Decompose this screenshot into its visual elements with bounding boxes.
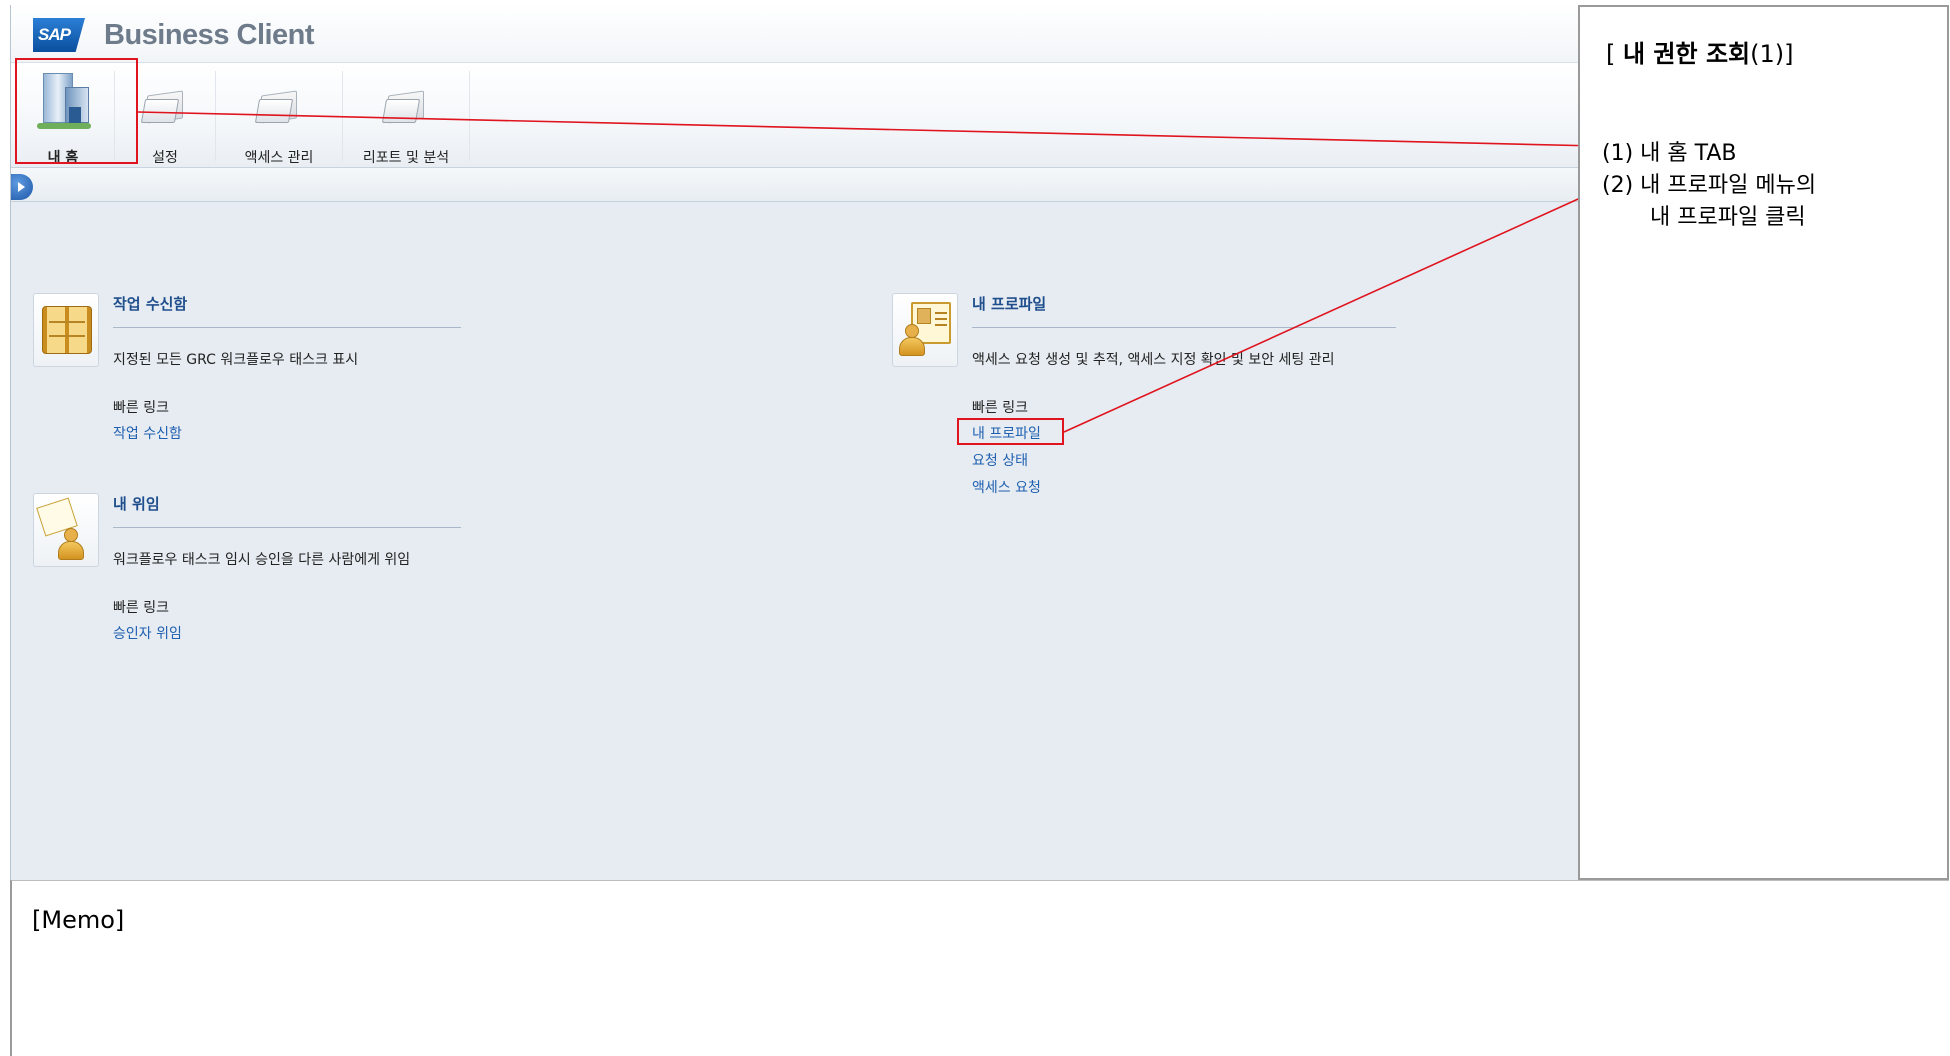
divider [113, 327, 461, 328]
instruction-title: [ 내 권한 조회(1)] [1606, 40, 1794, 68]
tab-settings[interactable]: 설정 [115, 63, 215, 167]
instruction-step-2-detail: 내 프로파일 클릭 [1650, 205, 1806, 230]
sap-logo: SAP [33, 18, 85, 52]
app-title: Business Client [104, 19, 315, 51]
instruction-step-1: (1) 내 홈 TAB [1602, 141, 1737, 166]
panel-work-inbox: 작업 수신함 지정된 모든 GRC 워크플로우 태스크 표시 빠른 링크 작업 … [33, 293, 473, 443]
memo-label: [Memo] [32, 906, 125, 934]
memo-area: [Memo] [10, 880, 1949, 1056]
instruction-panel: [ 내 권한 조회(1)] (1) 내 홈 TAB (2) 내 프로파일 메뉴의… [1578, 5, 1949, 880]
page: SAP Business Client 내 홈 설정 액세스 관리 리포트 및 … [0, 0, 1950, 1056]
tab-label: 설정 [152, 150, 178, 166]
tab-reports-analysis[interactable]: 리포트 및 분석 [343, 63, 469, 167]
link-request-status[interactable]: 요청 상태 [972, 450, 1028, 470]
delegation-icon [33, 493, 99, 567]
tab-bar: 내 홈 설정 액세스 관리 리포트 및 분석 [11, 63, 1580, 168]
instruction-step-2: (2) 내 프로파일 메뉴의 [1602, 173, 1817, 198]
divider [972, 327, 1396, 328]
expand-navigation-button[interactable] [11, 174, 33, 200]
panel-title: 내 프로파일 [972, 295, 1047, 313]
folder-icon [140, 85, 187, 125]
navigation-subbar [11, 168, 1580, 202]
building-icon [35, 69, 91, 129]
link-work-inbox[interactable]: 작업 수신함 [113, 423, 182, 443]
folder-icon [254, 85, 301, 125]
tab-my-home[interactable]: 내 홈 [14, 63, 112, 167]
link-access-request[interactable]: 액세스 요청 [972, 477, 1041, 497]
panel-description: 지정된 모든 GRC 워크플로우 태스크 표시 [113, 352, 359, 368]
tab-label: 리포트 및 분석 [362, 150, 450, 166]
folder-icon [381, 85, 428, 125]
tab-label: 액세스 관리 [244, 150, 314, 166]
panel-title: 작업 수신함 [113, 295, 188, 313]
quick-links-title: 빠른 링크 [113, 600, 169, 616]
panel-description: 액세스 요청 생성 및 추적, 액세스 지정 확인 및 보안 세팅 관리 [972, 352, 1335, 368]
link-my-profile[interactable]: 내 프로파일 [972, 423, 1041, 443]
panel-my-profile: 내 프로파일 액세스 요청 생성 및 추적, 액세스 지정 확인 및 보안 세팅… [892, 293, 1492, 496]
tab-label: 내 홈 [47, 150, 79, 166]
panel-description: 워크플로우 태스크 임시 승인을 다른 사람에게 위임 [113, 552, 411, 568]
quick-links-title: 빠른 링크 [972, 400, 1028, 416]
inbox-book-icon [33, 293, 99, 367]
quick-links-title: 빠른 링크 [113, 400, 169, 416]
sap-business-client-window: SAP Business Client 내 홈 설정 액세스 관리 리포트 및 … [10, 5, 1580, 880]
app-header: SAP Business Client [11, 5, 1580, 63]
panel-title: 내 위임 [113, 495, 160, 513]
profile-card-icon [892, 293, 958, 367]
tab-access-management[interactable]: 액세스 관리 [216, 63, 342, 167]
link-approver-delegation[interactable]: 승인자 위임 [113, 623, 182, 643]
divider [113, 527, 461, 528]
panel-my-delegation: 내 위임 워크플로우 태스크 임시 승인을 다른 사람에게 위임 빠른 링크 승… [33, 493, 493, 643]
